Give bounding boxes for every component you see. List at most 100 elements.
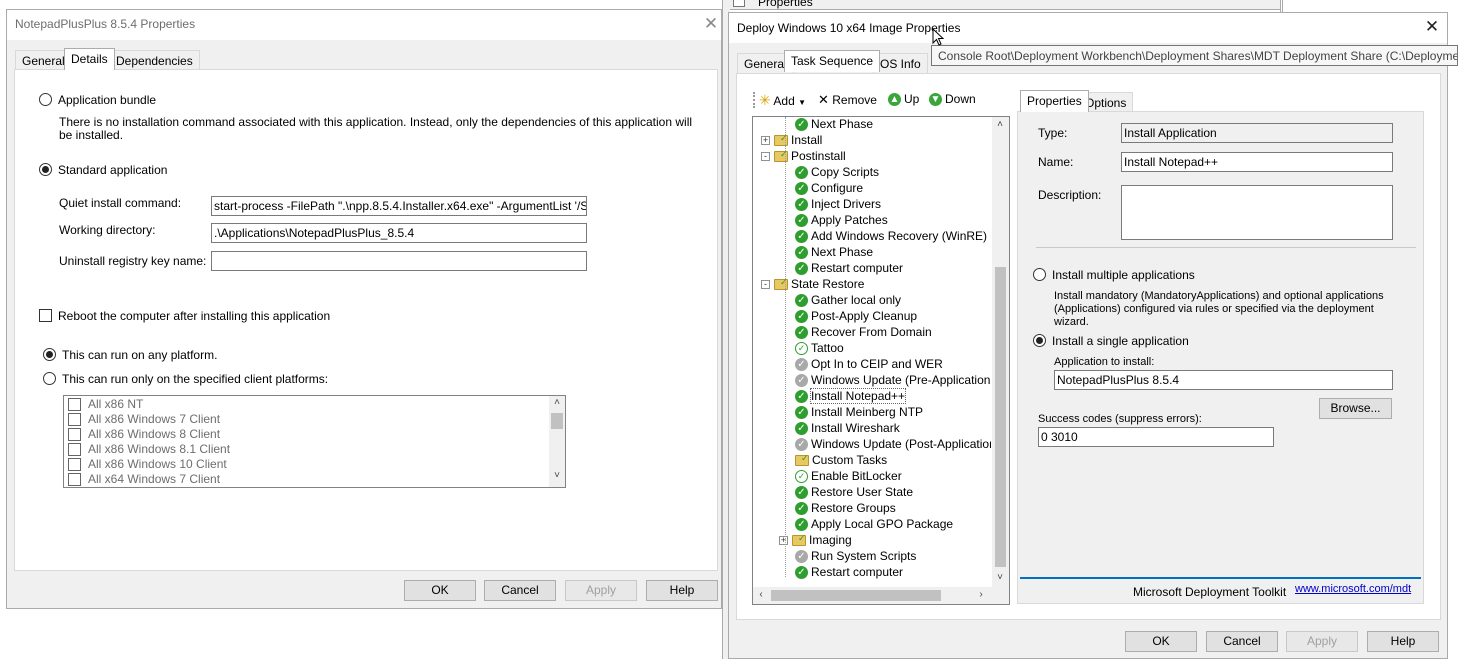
tree-horizontal-scrollbar[interactable]: ‹ › (753, 587, 991, 604)
name-field[interactable]: Install Notepad++ (1121, 152, 1393, 172)
tree-item[interactable]: ✓Windows Update (Pre-Application Inst (795, 373, 991, 389)
platform-checkbox[interactable] (68, 458, 81, 471)
tree-item[interactable]: ✓ Recover From Domain (795, 325, 932, 341)
tree-item[interactable]: ✓ Post-Apply Cleanup (795, 309, 917, 325)
tree-item[interactable]: ✓ Install Meinberg NTP (795, 405, 923, 421)
tree-item[interactable]: ✓Windows Update (Post-Application Ins (795, 437, 991, 453)
divider (1036, 247, 1416, 248)
list-item[interactable]: All x86 Windows 7 Client (66, 412, 536, 427)
tab-details[interactable]: Details (64, 48, 115, 70)
tree-item[interactable]: ✓ Restart computer (795, 565, 903, 581)
footer-link[interactable]: www.microsoft.com/mdt (1295, 583, 1411, 595)
remove-button[interactable]: ✕ Remove (818, 92, 877, 108)
ok-button[interactable]: OK (404, 580, 476, 601)
up-button[interactable]: ▲ Up (888, 92, 919, 107)
tab-task-sequence[interactable]: Task Sequence (784, 50, 881, 72)
cancel-button[interactable]: Cancel (1206, 631, 1278, 652)
platform-list[interactable]: All x86 NT All x86 Windows 7 Client All … (63, 395, 566, 488)
tree-vertical-scrollbar[interactable]: ˄ ˅ (992, 117, 1009, 587)
ok-button[interactable]: OK (1125, 631, 1197, 652)
scroll-down-icon[interactable]: ˅ (994, 572, 1006, 583)
tree-item[interactable]: ✓ Next Phase (795, 245, 873, 261)
standard-application-radio[interactable] (39, 163, 52, 176)
task-sequence-tree[interactable]: ✓Next Phase+Install-Postinstall✓Copy Scr… (752, 116, 1010, 605)
platform-checkbox[interactable] (68, 413, 81, 426)
scroll-left-icon[interactable]: ‹ (755, 589, 767, 600)
footer-accent-line (1020, 577, 1421, 579)
tree-item[interactable]: Custom Tasks (795, 453, 887, 469)
platform-list-scrollbar[interactable]: ˄ ˅ (549, 396, 565, 487)
platform-checkbox[interactable] (68, 443, 81, 456)
any-platform-radio[interactable] (43, 348, 56, 361)
success-codes-field[interactable]: 0 3010 (1038, 427, 1274, 447)
platform-checkbox[interactable] (68, 398, 81, 411)
scroll-up-icon[interactable]: ˄ (994, 119, 1006, 130)
application-bundle-radio[interactable] (39, 93, 52, 106)
close-icon[interactable]: ✕ (1421, 17, 1443, 37)
success-check-icon: ✓ (795, 166, 808, 180)
expand-icon[interactable]: + (761, 136, 770, 146)
install-single-radio[interactable] (1033, 334, 1046, 347)
tree-item[interactable]: - Postinstall (761, 149, 846, 165)
platform-label: All x86 Windows 10 Client (88, 457, 227, 471)
tab-os-info[interactable]: OS Info (873, 53, 928, 73)
cancel-button[interactable]: Cancel (484, 580, 556, 601)
scroll-up-icon[interactable]: ˄ (551, 397, 563, 408)
tree-item-selected[interactable]: ✓ Install Notepad++ (795, 388, 907, 405)
tree-item[interactable]: ✓ Restore Groups (795, 501, 896, 517)
close-icon[interactable]: ✕ (700, 14, 722, 34)
tree-item[interactable]: ✓ Install Wireshark (795, 421, 900, 437)
tree-item[interactable]: ✓ Add Windows Recovery (WinRE) (795, 229, 987, 245)
quiet-install-field[interactable]: start-process -FilePath ".\npp.8.5.4.Ins… (211, 196, 587, 216)
apply-button[interactable]: Apply (1286, 631, 1358, 652)
expand-icon[interactable]: + (779, 536, 788, 546)
working-directory-field[interactable]: .\Applications\NotepadPlusPlus_8.5.4 (211, 223, 587, 243)
platform-label: All x86 NT (88, 397, 144, 411)
tree-item[interactable]: - State Restore (761, 277, 864, 293)
help-button[interactable]: Help (646, 580, 718, 601)
scrollbar-thumb[interactable] (995, 267, 1006, 567)
list-item[interactable]: All x86 Windows 8.1 Client (66, 442, 536, 457)
tab-dependencies[interactable]: Dependencies (109, 50, 200, 70)
uninstall-key-field[interactable] (211, 251, 587, 271)
reboot-checkbox[interactable] (39, 309, 52, 322)
tree-item[interactable]: ✓ Next Phase (795, 117, 873, 133)
scroll-right-icon[interactable]: › (975, 589, 987, 600)
tree-item[interactable]: ✓ Apply Local GPO Package (795, 517, 953, 533)
tree-item[interactable]: ✓ Opt In to CEIP and WER (795, 357, 943, 373)
properties-icon (733, 0, 745, 7)
help-button[interactable]: Help (1367, 631, 1439, 652)
collapse-icon[interactable]: - (761, 280, 770, 290)
specified-platform-radio[interactable] (43, 372, 56, 385)
list-item[interactable]: All x86 Windows 8 Client (66, 427, 536, 442)
tree-item[interactable]: ✓ Run System Scripts (795, 549, 916, 565)
down-button[interactable]: ▼ Down (929, 92, 976, 107)
list-item[interactable]: All x64 Windows 7 Client (66, 472, 536, 487)
tab-properties[interactable]: Properties (1020, 90, 1089, 112)
tree-item[interactable]: ✓ Gather local only (795, 293, 901, 309)
platform-checkbox[interactable] (68, 473, 81, 486)
apply-button[interactable]: Apply (565, 580, 637, 601)
add-button[interactable]: ✳ Add ▼ (759, 92, 806, 109)
list-item[interactable]: All x86 NT (66, 397, 536, 412)
collapse-icon[interactable]: - (761, 152, 770, 162)
tree-item[interactable]: ✓ Inject Drivers (795, 197, 881, 213)
tree-item[interactable]: ✓ Apply Patches (795, 213, 888, 229)
tree-item[interactable]: ✓ Enable BitLocker (795, 469, 902, 485)
scrollbar-thumb[interactable] (771, 590, 941, 601)
tree-item[interactable]: ✓ Configure (795, 181, 863, 197)
tree-item[interactable]: + Install (761, 133, 822, 149)
tree-item[interactable]: ✓ Copy Scripts (795, 165, 879, 181)
tree-item[interactable]: + Imaging (779, 533, 852, 549)
description-field[interactable] (1121, 185, 1393, 240)
application-to-install-field[interactable]: NotepadPlusPlus 8.5.4 (1054, 370, 1393, 390)
browse-button[interactable]: Browse... (1319, 398, 1392, 419)
scroll-down-icon[interactable]: ˅ (551, 470, 563, 481)
tree-item[interactable]: ✓ Tattoo (795, 341, 844, 357)
tree-item[interactable]: ✓ Restart computer (795, 261, 903, 277)
list-item[interactable]: All x86 Windows 10 Client (66, 457, 536, 472)
scrollbar-thumb[interactable] (551, 413, 563, 429)
install-multiple-radio[interactable] (1033, 268, 1046, 281)
tree-item[interactable]: ✓ Restore User State (795, 485, 913, 501)
platform-checkbox[interactable] (68, 428, 81, 441)
